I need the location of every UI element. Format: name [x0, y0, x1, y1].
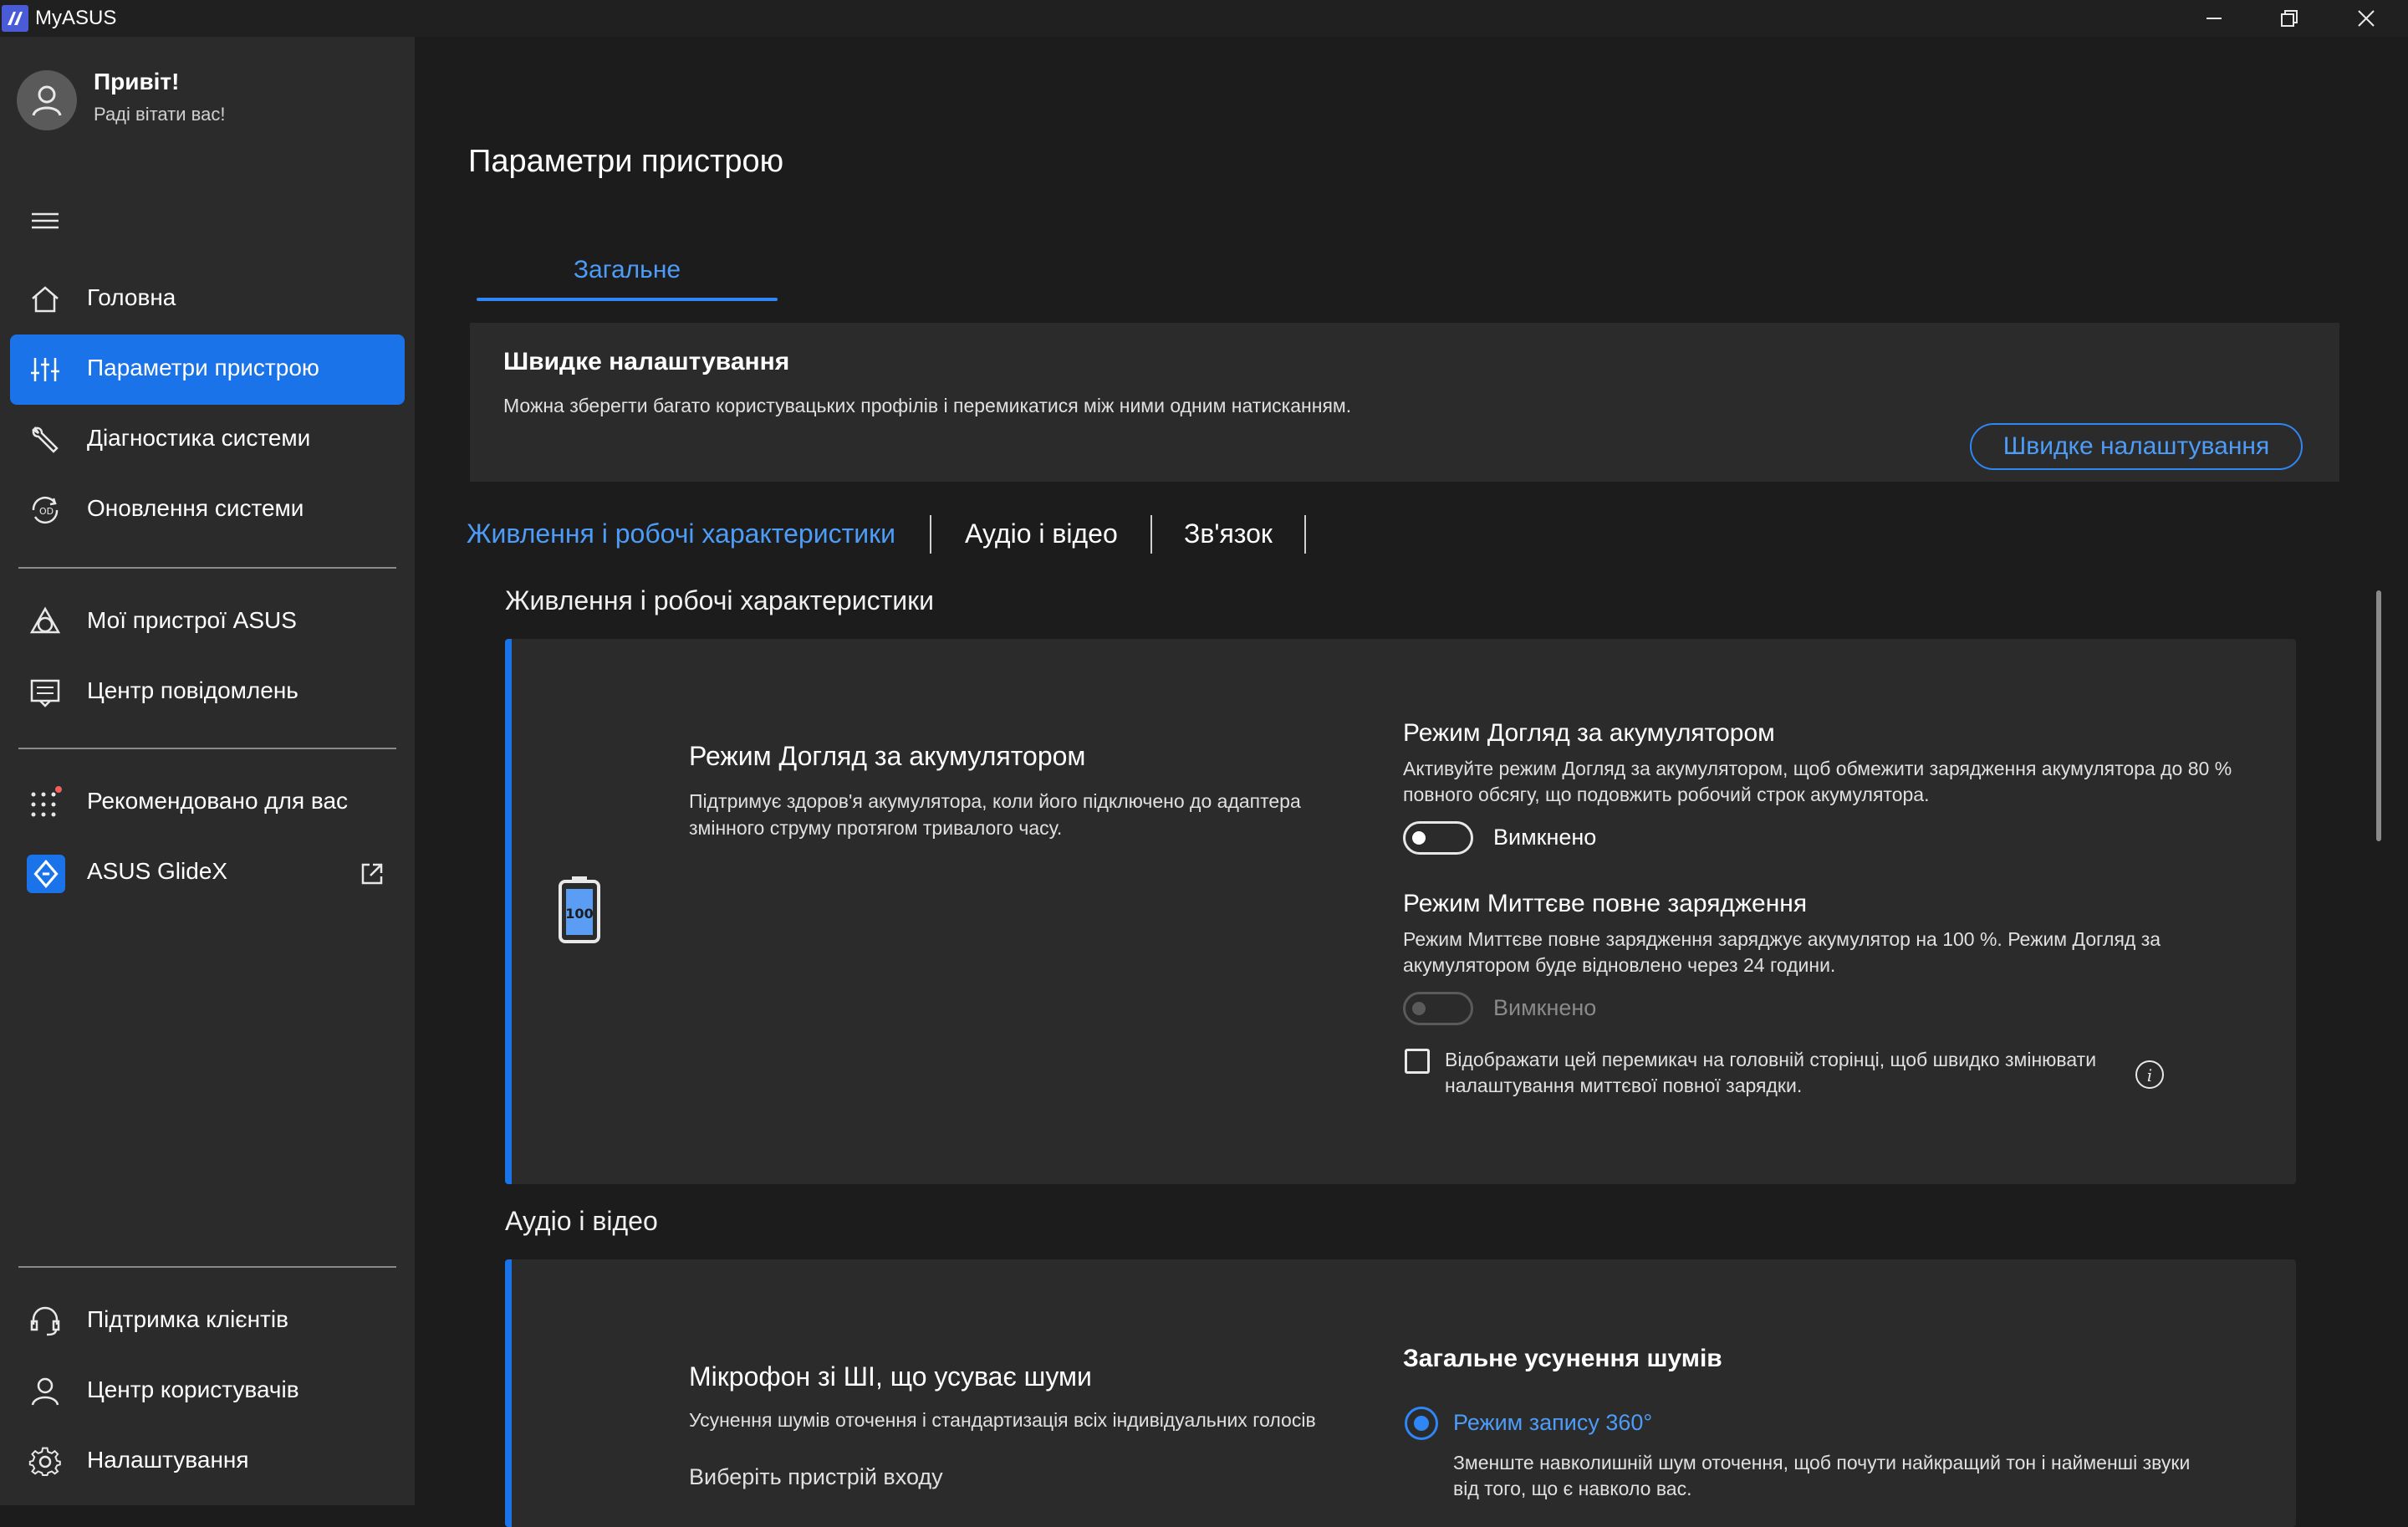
sidebar-item-label: ASUS GlideX [87, 858, 228, 884]
scrollbar[interactable] [2376, 590, 2381, 841]
close-button[interactable] [2328, 0, 2405, 37]
instant-charge-option-description: Режим Миттєве повне зарядження заряджує … [1403, 928, 2161, 976]
battery-care-toggle-state: Вимкнено [1493, 825, 1597, 850]
title-bar: MyASUS [0, 0, 2408, 37]
update-icon: OD [32, 496, 59, 524]
tab-general[interactable]: Загальне [477, 251, 778, 301]
battery-care-toggle[interactable] [1403, 821, 1473, 855]
sidebar-item-my-devices[interactable]: Мої пристрої ASUS [10, 587, 405, 657]
sidebar: Привіт! Раді вітати вас! Головна Парамет… [0, 37, 415, 1505]
devices-icon [29, 606, 61, 634]
window-title: MyASUS [35, 7, 117, 29]
sidebar-item-label: Підтримка клієнтів [87, 1306, 288, 1332]
home-icon [32, 286, 59, 313]
sidebar-item-glidex[interactable]: ASUS GlideX [10, 838, 405, 908]
sidebar-item-label: Центр користувачів [87, 1376, 299, 1402]
quick-settings-title: Швидке налаштування [503, 348, 790, 375]
sidebar-item-label: Центр повідомлень [87, 677, 298, 703]
battery-care-feature-title: Режим Догляд за акумулятором [689, 741, 1086, 771]
sidebar-divider [18, 1266, 396, 1268]
message-icon [30, 679, 60, 707]
subtab-separator [1304, 515, 1306, 554]
close-icon [2358, 10, 2375, 27]
sidebar-item-label: Параметри пристрою [87, 355, 319, 380]
battery-care-feature-description: Підтримує здоров'я акумулятора, коли йог… [689, 790, 1301, 839]
quick-settings-button[interactable]: Швидке налаштування [1970, 423, 2303, 470]
record-360-description: Зменште навколишній шум оточення, щоб по… [1453, 1452, 2191, 1499]
hamburger-icon [32, 212, 59, 229]
minimize-button[interactable] [2176, 0, 2252, 37]
notification-badge [55, 786, 62, 793]
greeting-title: Привіт! [94, 69, 180, 94]
glidex-icon [27, 855, 65, 893]
user-icon [31, 1377, 59, 1406]
show-on-home-label: Відображати цей перемикач на головній ст… [1445, 1049, 2097, 1096]
ai-mic-feature-title: Мікрофон зі ШІ, що усуває шуми [689, 1361, 1092, 1392]
sidebar-item-label: Мої пристрої ASUS [87, 607, 297, 633]
ai-noise-mic-card: Мікрофон зі ШІ, що усуває шуми Усунення … [505, 1259, 2296, 1527]
instant-charge-option-title: Режим Миттєве повне зарядження [1403, 890, 1808, 917]
minimize-icon [2206, 18, 2222, 19]
subtab-audio-video[interactable]: Аудіо і відео [965, 518, 1118, 549]
info-icon[interactable]: i [2134, 1059, 2166, 1090]
sidebar-item-label: Оновлення системи [87, 495, 304, 521]
sidebar-item-settings[interactable]: Налаштування [10, 1427, 405, 1497]
select-input-device-label: Виберіть пристрій входу [689, 1464, 943, 1489]
sidebar-item-label: Діагностика системи [87, 425, 311, 451]
sliders-icon [31, 358, 59, 381]
wrench-icon [32, 426, 59, 453]
sidebar-item-device-settings[interactable]: Параметри пристрою [10, 335, 405, 405]
page-title: Параметри пристрою [468, 144, 784, 179]
instant-charge-toggle [1403, 992, 1473, 1025]
user-avatar-icon [32, 85, 62, 116]
show-on-home-checkbox[interactable] [1405, 1049, 1430, 1074]
audio-section-title: Аудіо і відео [505, 1206, 658, 1236]
sidebar-divider [18, 567, 396, 569]
subtab-separator [1150, 515, 1152, 554]
sidebar-item-user-center[interactable]: Центр користувачів [10, 1356, 405, 1427]
subtab-separator [930, 515, 931, 554]
battery-icon: 100 [559, 876, 600, 943]
restore-icon [2281, 10, 2298, 27]
sidebar-item-label: Головна [87, 284, 176, 310]
sidebar-item-label: Рекомендовано для вас [87, 788, 349, 814]
avatar[interactable] [17, 70, 77, 130]
svg-text:i: i [2147, 1065, 2152, 1085]
sidebar-item-home[interactable]: Головна [10, 264, 405, 335]
headset-icon [30, 1306, 60, 1336]
instant-charge-toggle-state: Вимкнено [1493, 995, 1597, 1020]
quick-settings-description: Можна зберегти багато користувацьких про… [503, 395, 1352, 416]
grid-dots-icon [31, 786, 62, 817]
record-360-label: Режим запису 360° [1453, 1410, 1653, 1435]
battery-care-card: 100 Режим Догляд за акумулятором Підтрим… [505, 639, 2296, 1184]
sidebar-item-recommended[interactable]: Рекомендовано для вас [10, 768, 405, 838]
sidebar-item-support[interactable]: Підтримка клієнтів [10, 1286, 405, 1356]
power-section-title: Живлення і робочі характеристики [505, 585, 934, 615]
subtab-power[interactable]: Живлення і робочі характеристики [467, 518, 895, 549]
sidebar-divider [18, 748, 396, 749]
sidebar-item-messages[interactable]: Центр повідомлень [10, 657, 405, 728]
noise-cancel-title: Загальне усунення шумів [1403, 1345, 1722, 1372]
quick-settings-panel: Швидке налаштування Можна зберегти багат… [470, 323, 2339, 482]
gear-icon [28, 1447, 61, 1476]
record-360-radio[interactable] [1405, 1407, 1438, 1440]
battery-level-text: 100 [565, 906, 593, 922]
battery-care-option-description: Активуйте режим Догляд за акумулятором, … [1403, 758, 2232, 805]
external-link-icon [361, 863, 383, 885]
tab-active-indicator [477, 298, 778, 301]
greeting-subtitle: Раді вітати вас! [94, 104, 226, 125]
battery-care-option-title: Режим Догляд за акумулятором [1403, 719, 1775, 747]
restore-button[interactable] [2251, 0, 2328, 37]
subtab-connection[interactable]: Зв'язок [1184, 518, 1273, 549]
ai-mic-feature-description: Усунення шумів оточення і стандартизація… [689, 1409, 1316, 1431]
myasus-logo-icon [2, 5, 28, 32]
menu-toggle-button[interactable] [30, 209, 64, 236]
sidebar-item-diagnostics[interactable]: Діагностика системи [10, 405, 405, 475]
sidebar-item-label: Налаштування [87, 1447, 249, 1473]
sidebar-item-system-update[interactable]: OD Оновлення системи [10, 475, 405, 545]
tab-general-label: Загальне [573, 256, 681, 283]
svg-text:OD: OD [39, 506, 54, 517]
